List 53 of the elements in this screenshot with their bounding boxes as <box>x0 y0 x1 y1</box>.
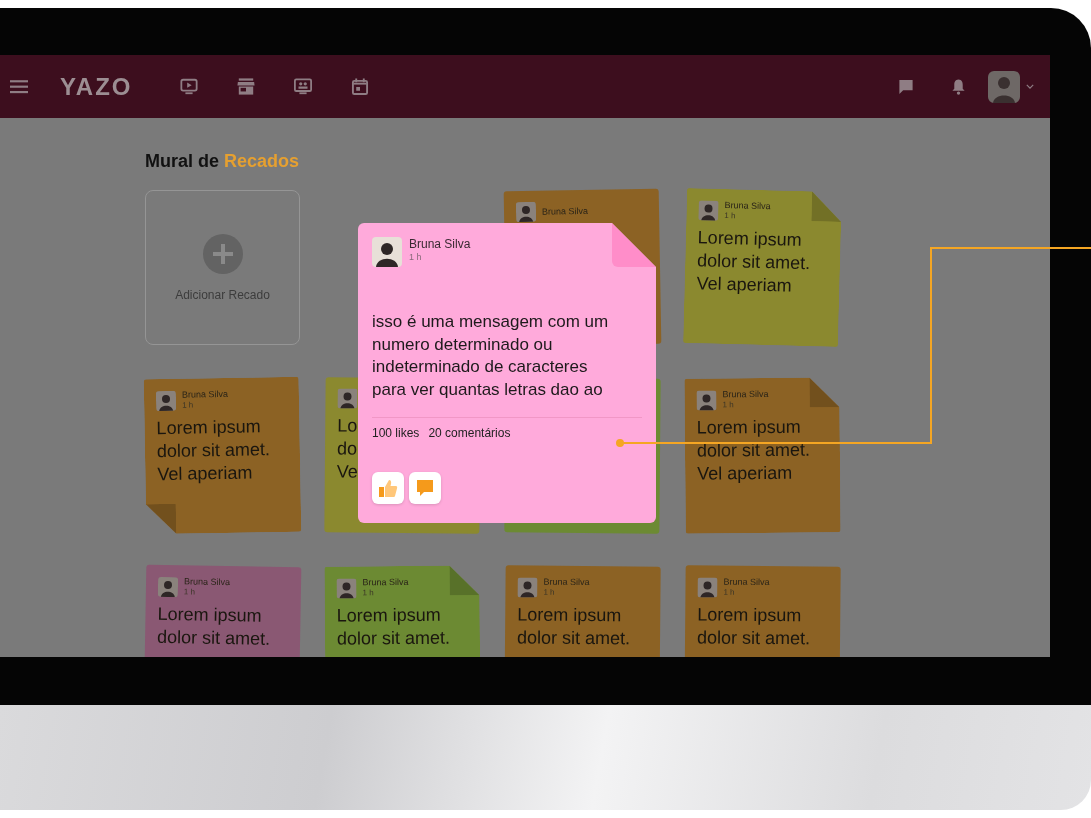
note-text: Lorem ipsum dolor sit amet. <box>696 603 812 651</box>
note-message: isso é uma mensagem com um numero determinado ou indeterminado de caracteres para ver quantas letras dao ao <box>372 311 610 401</box>
user-avatar[interactable] <box>988 70 1020 103</box>
post-time: 1 h <box>362 587 375 599</box>
logo[interactable]: YAZO <box>60 72 133 101</box>
note-text: Lorem ipsum dolor sit amet. <box>336 603 452 651</box>
thumbs-up-icon <box>378 478 398 498</box>
avatar <box>372 237 402 267</box>
author-name: Bruna Silva <box>183 576 231 588</box>
presentation-icon[interactable] <box>294 78 313 95</box>
avatar <box>336 577 357 599</box>
sticky-note[interactable]: Bruna Silva 1 h Lorem ipsum dolor sit amet. Vel aperiam <box>683 188 842 347</box>
avatar <box>517 576 538 598</box>
sticky-note[interactable]: Bruna Silva 1 h Lorem ipsum dolor sit amet. Vel aperiam <box>143 376 302 535</box>
note-text: Lorem ipsum dolor sit amet. <box>156 602 272 651</box>
author-name: Bruna Silva <box>543 576 590 589</box>
author-name: Bruna Silva <box>541 205 589 218</box>
author-name: Bruna Silva <box>409 237 471 252</box>
sticky-note[interactable]: Bruna Silva 1 h Lorem ipsum dolor sit amet. <box>324 565 481 657</box>
note-text: Lorem ipsum dolor sit amet. Vel aperiam <box>156 415 272 487</box>
add-note-button[interactable]: Adicionar Recado <box>145 190 300 345</box>
avatar <box>515 201 537 223</box>
avatar <box>337 388 358 409</box>
avatar <box>697 576 718 598</box>
notification-bell-icon[interactable] <box>951 78 966 95</box>
note-text: Lorem ipsum dolor sit amet. <box>516 603 632 651</box>
avatar <box>155 390 177 411</box>
author-name: Bruna Silva <box>724 200 771 212</box>
calendar-icon[interactable] <box>351 78 370 95</box>
note-text: Lorem ipsum dolor sit amet. Vel aperiam <box>696 226 812 298</box>
post-time: 1 h <box>182 399 195 411</box>
sticky-note[interactable]: Bruna Silva 1 h Lorem ipsum dolor sit amet. Vel aperiam <box>684 377 841 534</box>
likes-count: 100 likes <box>372 426 420 440</box>
plus-icon <box>212 243 233 264</box>
author-name: Bruna Silva <box>181 388 229 401</box>
avatar <box>698 199 719 221</box>
post-time: 1 h <box>724 211 737 223</box>
post-time: 1 h <box>409 252 423 263</box>
chat-icon[interactable] <box>897 78 915 95</box>
menu-icon[interactable] <box>10 79 28 94</box>
author-name: Bruna Silva <box>723 576 770 589</box>
note-text: Lorem ipsum dolor sit amet. Vel aperiam <box>696 415 812 486</box>
play-screen-icon[interactable] <box>180 78 199 95</box>
post-time: 1 h <box>722 399 735 411</box>
speech-bubble-icon <box>415 478 435 498</box>
author-name: Bruna Silva <box>722 388 769 401</box>
avatar <box>696 389 717 411</box>
caret-icon[interactable] <box>1026 84 1034 89</box>
avatar <box>157 576 179 597</box>
store-icon[interactable] <box>237 78 256 95</box>
author-name: Bruna Silva <box>362 576 409 589</box>
page-title: Mural de Recados <box>145 150 301 173</box>
comments-count: 20 comentários <box>428 426 511 440</box>
